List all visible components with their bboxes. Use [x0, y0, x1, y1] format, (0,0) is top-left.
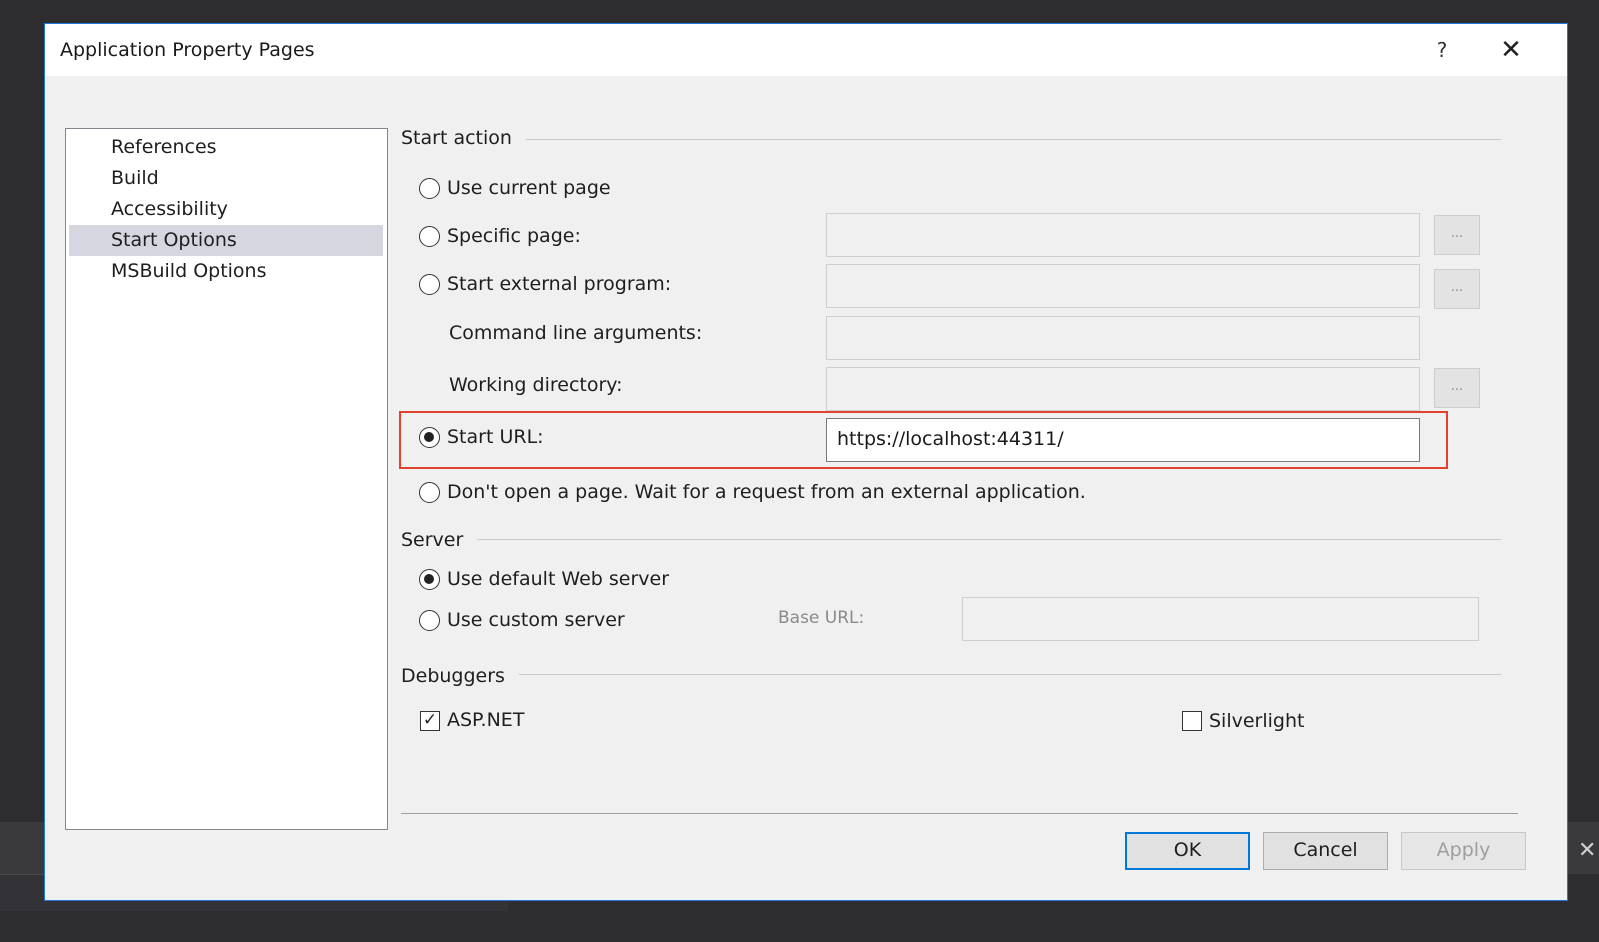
- use-custom-server-radio[interactable]: [419, 610, 440, 631]
- start-url-radio[interactable]: [419, 427, 440, 448]
- nav-item-references[interactable]: References: [69, 132, 383, 163]
- start-action-heading: Start action: [401, 127, 526, 149]
- base-url-input[interactable]: [962, 597, 1479, 641]
- external-program-input[interactable]: [826, 264, 1420, 308]
- dialog-title: Application Property Pages: [60, 39, 315, 61]
- command-line-arguments-input[interactable]: [826, 316, 1420, 360]
- nav-item-msbuild-options[interactable]: MSBuild Options: [69, 256, 383, 287]
- footer-separator: [401, 813, 1518, 814]
- property-pages-dialog: Application Property Pages ? ✕ Reference…: [44, 23, 1568, 901]
- start-url-input[interactable]: https://localhost:44311/: [826, 418, 1420, 462]
- use-default-web-server-label: Use default Web server: [447, 568, 670, 590]
- specific-page-input[interactable]: [826, 213, 1420, 257]
- close-icon[interactable]: ✕: [1483, 32, 1539, 68]
- server-divider: [401, 539, 1501, 540]
- use-custom-server-label: Use custom server: [447, 609, 625, 631]
- base-url-label: Base URL:: [778, 608, 865, 628]
- help-button[interactable]: ?: [1422, 34, 1462, 66]
- command-line-arguments-label: Command line arguments:: [449, 322, 703, 344]
- silverlight-label: Silverlight: [1209, 710, 1305, 732]
- dont-open-page-label: Don't open a page. Wait for a request fr…: [447, 481, 1086, 503]
- debuggers-heading: Debuggers: [401, 665, 519, 687]
- aspnet-label: ASP.NET: [447, 709, 525, 731]
- start-url-label: Start URL:: [447, 426, 544, 448]
- start-external-program-label: Start external program:: [447, 273, 672, 295]
- specific-page-browse-button[interactable]: ...: [1434, 215, 1480, 255]
- external-program-browse-button[interactable]: ...: [1434, 269, 1480, 309]
- working-directory-label: Working directory:: [449, 374, 623, 396]
- start-action-divider: [401, 139, 1501, 140]
- ok-button[interactable]: OK: [1125, 832, 1250, 870]
- ide-close-icon[interactable]: ✕: [1578, 838, 1596, 863]
- nav-item-build[interactable]: Build: [69, 163, 383, 194]
- use-current-page-label: Use current page: [447, 177, 611, 199]
- use-default-web-server-radio[interactable]: [419, 569, 440, 590]
- aspnet-checkbox[interactable]: ✓: [420, 711, 440, 731]
- specific-page-label: Specific page:: [447, 225, 581, 247]
- start-external-program-radio[interactable]: [419, 274, 440, 295]
- server-heading: Server: [401, 529, 478, 551]
- silverlight-checkbox[interactable]: [1182, 711, 1202, 731]
- dialog-titlebar: Application Property Pages ? ✕: [45, 24, 1567, 76]
- use-current-page-radio[interactable]: [419, 178, 440, 199]
- property-nav-list: References Build Accessibility Start Opt…: [65, 128, 388, 830]
- working-directory-input[interactable]: [826, 367, 1420, 411]
- nav-item-start-options[interactable]: Start Options: [69, 225, 383, 256]
- specific-page-radio[interactable]: [419, 226, 440, 247]
- debuggers-divider: [401, 674, 1501, 675]
- working-directory-browse-button[interactable]: ...: [1434, 368, 1480, 408]
- apply-button[interactable]: Apply: [1401, 832, 1526, 870]
- cancel-button[interactable]: Cancel: [1263, 832, 1388, 870]
- nav-item-accessibility[interactable]: Accessibility: [69, 194, 383, 225]
- dont-open-page-radio[interactable]: [419, 482, 440, 503]
